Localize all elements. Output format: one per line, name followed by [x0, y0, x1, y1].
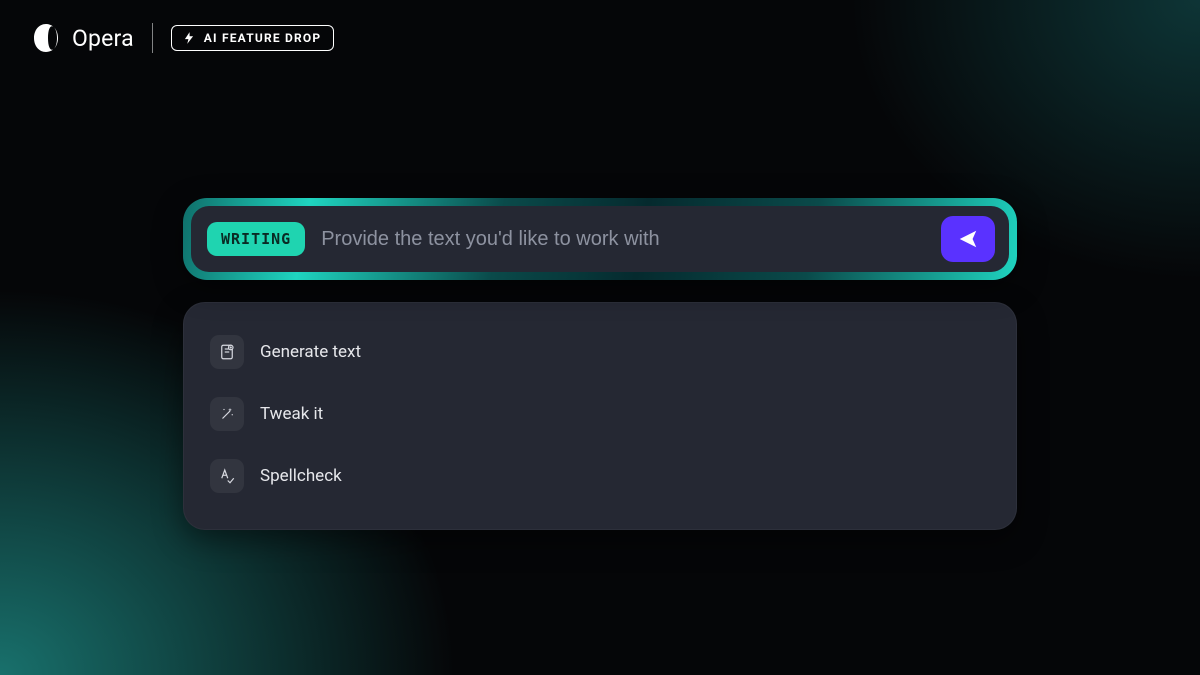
option-spellcheck[interactable]: Spellcheck — [204, 449, 996, 503]
send-icon — [957, 228, 979, 250]
options-panel: Generate text Tweak it Sp — [183, 302, 1017, 530]
magic-wand-icon — [210, 397, 244, 431]
feature-badge-label: AI FEATURE DROP — [204, 31, 322, 45]
prompt-frame: WRITING — [183, 198, 1017, 280]
option-tweak-it[interactable]: Tweak it — [204, 387, 996, 441]
main-column: WRITING Generate text — [183, 198, 1017, 530]
option-label: Spellcheck — [260, 466, 342, 486]
prompt-input[interactable] — [321, 228, 925, 251]
document-plus-icon — [210, 335, 244, 369]
send-button[interactable] — [941, 216, 995, 262]
app-header: Opera AI FEATURE DROP — [30, 22, 334, 54]
prompt-bar: WRITING — [191, 206, 1009, 272]
spellcheck-icon — [210, 459, 244, 493]
option-generate-text[interactable]: Generate text — [204, 325, 996, 379]
brand-name: Opera — [72, 25, 134, 52]
opera-logo-icon — [30, 22, 62, 54]
mode-chip[interactable]: WRITING — [207, 222, 305, 256]
brand: Opera — [30, 22, 134, 54]
header-divider — [152, 23, 153, 53]
option-label: Tweak it — [260, 404, 323, 424]
feature-drop-badge: AI FEATURE DROP — [171, 25, 335, 51]
option-label: Generate text — [260, 342, 361, 362]
bolt-icon — [182, 31, 196, 45]
